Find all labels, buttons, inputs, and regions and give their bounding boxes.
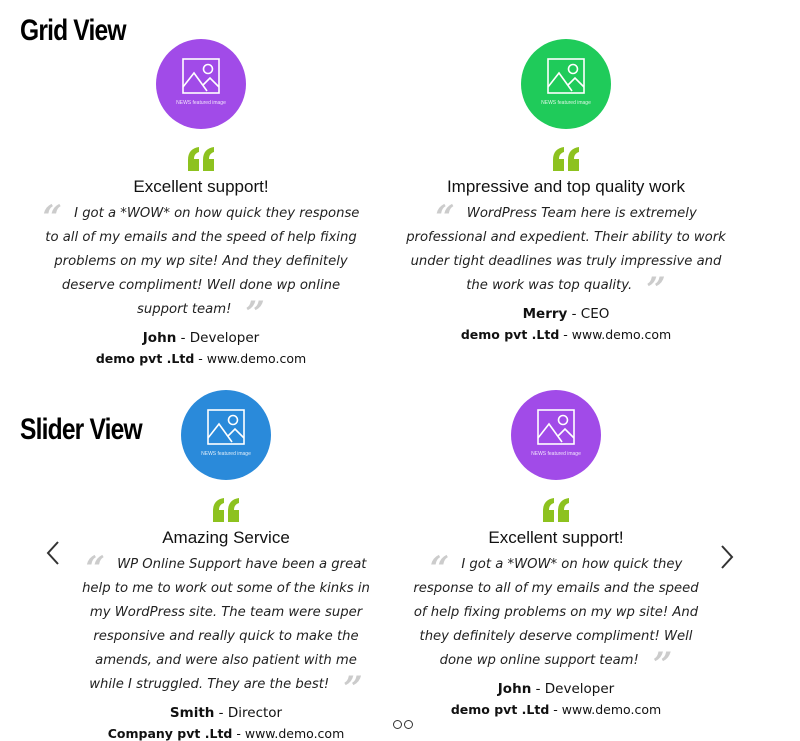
slider-slide: NEWS featured image Amazing Service “WP … — [66, 390, 386, 741]
image-placeholder-icon — [182, 58, 220, 94]
testimonial-title: Impressive and top quality work — [446, 177, 686, 196]
author-role: Developer — [189, 330, 260, 346]
avatar: NEWS featured image — [181, 390, 271, 480]
slider-pagination — [393, 720, 413, 729]
image-caption: NEWS featured image — [176, 100, 226, 106]
company-name: demo pvt .Ltd — [95, 351, 195, 366]
testimonial-title: Amazing Service — [162, 528, 290, 547]
slider-prev-button[interactable] — [46, 540, 60, 573]
image-placeholder-icon — [537, 409, 575, 445]
image-caption: NEWS featured image — [201, 451, 251, 457]
testimonial-text: “WordPress Team here is extremely profes… — [406, 198, 726, 310]
author: John - Developer — [142, 330, 260, 346]
testimonial-text: “I got a *WOW* on how quick they respons… — [413, 549, 699, 685]
company-name: demo pvt .Ltd — [450, 702, 550, 717]
author-role: CEO — [580, 306, 610, 322]
author-name: Smith — [169, 705, 215, 721]
quote-icon — [66, 498, 386, 522]
company: demo pvt .Ltd - www.demo.com — [450, 702, 662, 717]
company-website: www.demo.com — [206, 351, 307, 366]
slider-slide: NEWS featured image Excellent support! “… — [396, 390, 716, 717]
author: Smith - Director — [169, 705, 283, 721]
author: Merry - CEO — [522, 306, 610, 322]
author-name: Merry — [522, 306, 568, 322]
avatar: NEWS featured image — [511, 390, 601, 480]
testimonial-title: Excellent support! — [133, 177, 269, 196]
image-caption: NEWS featured image — [541, 100, 591, 106]
company-name: demo pvt .Ltd — [460, 327, 560, 342]
quote-icon — [396, 498, 716, 522]
slider-next-button[interactable] — [720, 544, 734, 577]
testimonial-text: “WP Online Support have been a great hel… — [82, 549, 370, 709]
company: Company pvt .Ltd - www.demo.com — [107, 726, 345, 741]
testimonial-title: Excellent support! — [488, 528, 624, 547]
slider-dot[interactable] — [404, 720, 413, 729]
company: demo pvt .Ltd - www.demo.com — [95, 351, 307, 366]
company-website: www.demo.com — [571, 327, 672, 342]
chevron-right-icon — [721, 545, 734, 569]
author-name: John — [497, 681, 532, 697]
testimonial-card: NEWS featured image Impressive and top q… — [391, 39, 741, 342]
author-name: John — [142, 330, 177, 346]
testimonial-card: NEWS featured image Excellent support! “… — [26, 39, 376, 366]
image-placeholder-icon — [547, 58, 585, 94]
author-role: Director — [227, 705, 283, 721]
company-name: Company pvt .Ltd — [107, 726, 233, 741]
company-website: www.demo.com — [561, 702, 662, 717]
avatar: NEWS featured image — [156, 39, 246, 129]
quote-icon — [391, 147, 741, 171]
chevron-left-icon — [46, 541, 59, 565]
company-website: www.demo.com — [244, 726, 345, 741]
author-role: Developer — [544, 681, 615, 697]
image-caption: NEWS featured image — [531, 451, 581, 457]
image-placeholder-icon — [207, 409, 245, 445]
avatar: NEWS featured image — [521, 39, 611, 129]
company: demo pvt .Ltd - www.demo.com — [460, 327, 672, 342]
slider-dot[interactable] — [393, 720, 402, 729]
testimonial-text: “I got a *WOW* on how quick they respons… — [42, 198, 360, 334]
quote-icon — [26, 147, 376, 171]
